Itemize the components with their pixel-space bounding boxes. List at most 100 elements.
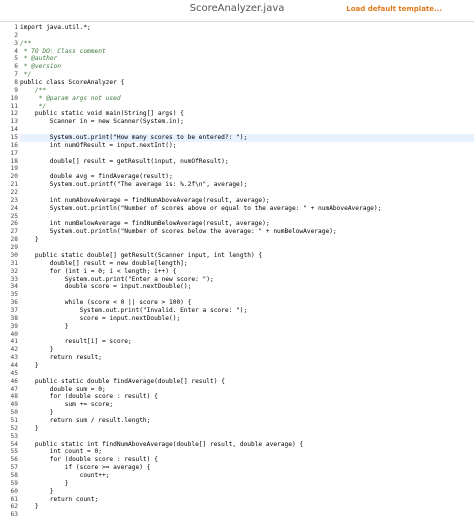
code-line[interactable]: */ bbox=[20, 71, 474, 79]
code-line[interactable]: /** bbox=[20, 87, 474, 95]
code-line[interactable]: public static double findAverage(double[… bbox=[20, 378, 474, 386]
line-number: 20 bbox=[0, 173, 20, 181]
code-line[interactable]: System.out.print("Invalid. Enter a score… bbox=[20, 307, 474, 315]
code-line[interactable]: /** bbox=[20, 40, 474, 48]
code-line[interactable] bbox=[20, 150, 474, 158]
line-number: 43 bbox=[0, 354, 20, 362]
code-line[interactable] bbox=[20, 126, 474, 134]
code-line[interactable]: * @param args not used bbox=[20, 95, 474, 103]
code-line[interactable]: public static void main(String[] args) { bbox=[20, 110, 474, 118]
line-number: 7 bbox=[0, 71, 20, 79]
line-number: 47 bbox=[0, 386, 20, 394]
code-line[interactable]: public class ScoreAnalyzer { bbox=[20, 79, 474, 87]
code-line[interactable]: for (int i = 0; i < length; i++) { bbox=[20, 268, 474, 276]
line-number: 14 bbox=[0, 126, 20, 134]
line-number: 40 bbox=[0, 331, 20, 339]
code-line[interactable]: score = input.nextDouble(); bbox=[20, 315, 474, 323]
line-number: 19 bbox=[0, 165, 20, 173]
code-editor[interactable]: 1234567891011121314151617181920212223242… bbox=[0, 24, 474, 505]
code-line[interactable]: for (double score : result) { bbox=[20, 393, 474, 401]
line-number: 29 bbox=[0, 244, 20, 252]
code-line[interactable] bbox=[20, 244, 474, 252]
line-number: 8 bbox=[0, 79, 20, 87]
code-line[interactable]: if (score >= average) { bbox=[20, 464, 474, 472]
line-number: 52 bbox=[0, 425, 20, 433]
code-line[interactable]: double score = input.nextDouble(); bbox=[20, 283, 474, 291]
line-number: 22 bbox=[0, 189, 20, 197]
code-line[interactable]: System.out.println("Number of scores bel… bbox=[20, 228, 474, 236]
code-line[interactable] bbox=[20, 291, 474, 299]
code-line[interactable]: return sum / result.length; bbox=[20, 417, 474, 425]
code-line[interactable] bbox=[20, 370, 474, 378]
line-number: 33 bbox=[0, 276, 20, 284]
code-line[interactable]: while (score < 0 || score > 100) { bbox=[20, 299, 474, 307]
code-line[interactable]: Scanner in = new Scanner(System.in); bbox=[20, 118, 474, 126]
line-number: 12 bbox=[0, 110, 20, 118]
line-number: 18 bbox=[0, 158, 20, 166]
line-number: 58 bbox=[0, 472, 20, 480]
code-line[interactable]: double avg = findAverage(result); bbox=[20, 173, 474, 181]
code-line[interactable]: sum += score; bbox=[20, 401, 474, 409]
code-line[interactable]: System.out.println("Number of scores abo… bbox=[20, 205, 474, 213]
code-line[interactable]: return result; bbox=[20, 354, 474, 362]
line-number: 13 bbox=[0, 118, 20, 126]
code-line[interactable]: double[] result = new double[length]; bbox=[20, 260, 474, 268]
code-line[interactable] bbox=[20, 189, 474, 197]
code-line[interactable]: * @version bbox=[20, 63, 474, 71]
code-line[interactable] bbox=[20, 165, 474, 173]
line-number: 35 bbox=[0, 291, 20, 299]
line-number: 46 bbox=[0, 378, 20, 386]
line-number: 3 bbox=[0, 40, 20, 48]
line-number: 60 bbox=[0, 488, 20, 496]
code-line[interactable]: import java.util.*; bbox=[20, 24, 474, 32]
code-line[interactable]: public static double[] getResult(Scanner… bbox=[20, 252, 474, 260]
line-number: 57 bbox=[0, 464, 20, 472]
code-line[interactable]: System.out.print("How many scores to be … bbox=[20, 134, 474, 142]
line-number: 10 bbox=[0, 95, 20, 103]
line-number: 24 bbox=[0, 205, 20, 213]
code-line[interactable]: System.out.printf("The average is: %.2f\… bbox=[20, 181, 474, 189]
code-line[interactable]: for (double score : result) { bbox=[20, 456, 474, 464]
code-line[interactable] bbox=[20, 213, 474, 221]
code-line[interactable]: */ bbox=[20, 103, 474, 111]
code-line[interactable]: return count; bbox=[20, 496, 474, 504]
code-line[interactable]: double[] result = getResult(input, numOf… bbox=[20, 158, 474, 166]
code-line[interactable]: count++; bbox=[20, 472, 474, 480]
code-line[interactable]: int count = 0; bbox=[20, 448, 474, 456]
code-line[interactable]: public static int findNumAboveAverage(do… bbox=[20, 441, 474, 449]
line-number: 41 bbox=[0, 338, 20, 346]
code-line[interactable] bbox=[20, 511, 474, 519]
line-number: 25 bbox=[0, 213, 20, 221]
line-number: 39 bbox=[0, 323, 20, 331]
line-number: 61 bbox=[0, 496, 20, 504]
code-line[interactable]: } bbox=[20, 425, 474, 433]
code-line[interactable] bbox=[20, 433, 474, 441]
code-line[interactable]: } bbox=[20, 488, 474, 496]
code-line[interactable]: } bbox=[20, 362, 474, 370]
code-line[interactable]: double sum = 0; bbox=[20, 386, 474, 394]
code-lines[interactable]: import java.util.*; /** * TO DO: Class co… bbox=[20, 24, 474, 519]
line-number: 32 bbox=[0, 268, 20, 276]
line-number: 1 bbox=[0, 24, 20, 32]
line-number: 16 bbox=[0, 142, 20, 150]
code-line[interactable]: int numBelowAverage = findNumBelowAverag… bbox=[20, 220, 474, 228]
load-default-template-link[interactable]: Load default template... bbox=[346, 5, 442, 13]
code-line[interactable]: System.out.print("Enter a new score: "); bbox=[20, 276, 474, 284]
line-number: 54 bbox=[0, 441, 20, 449]
code-line[interactable]: } bbox=[20, 346, 474, 354]
code-line[interactable]: int numAboveAverage = findNumAboveAverag… bbox=[20, 197, 474, 205]
line-number: 45 bbox=[0, 370, 20, 378]
code-line[interactable] bbox=[20, 331, 474, 339]
code-line[interactable]: * @author bbox=[20, 55, 474, 63]
code-line[interactable]: } bbox=[20, 323, 474, 331]
code-line[interactable]: * TO DO: Class comment bbox=[20, 48, 474, 56]
line-number: 2 bbox=[0, 32, 20, 40]
code-line[interactable]: result[i] = score; bbox=[20, 338, 474, 346]
code-line[interactable]: } bbox=[20, 480, 474, 488]
code-line[interactable]: int numOfResult = input.nextInt(); bbox=[20, 142, 474, 150]
line-number: 30 bbox=[0, 252, 20, 260]
line-number: 15 bbox=[0, 134, 20, 142]
code-line[interactable] bbox=[20, 32, 474, 40]
code-line[interactable]: } bbox=[20, 409, 474, 417]
code-line[interactable]: } bbox=[20, 236, 474, 244]
